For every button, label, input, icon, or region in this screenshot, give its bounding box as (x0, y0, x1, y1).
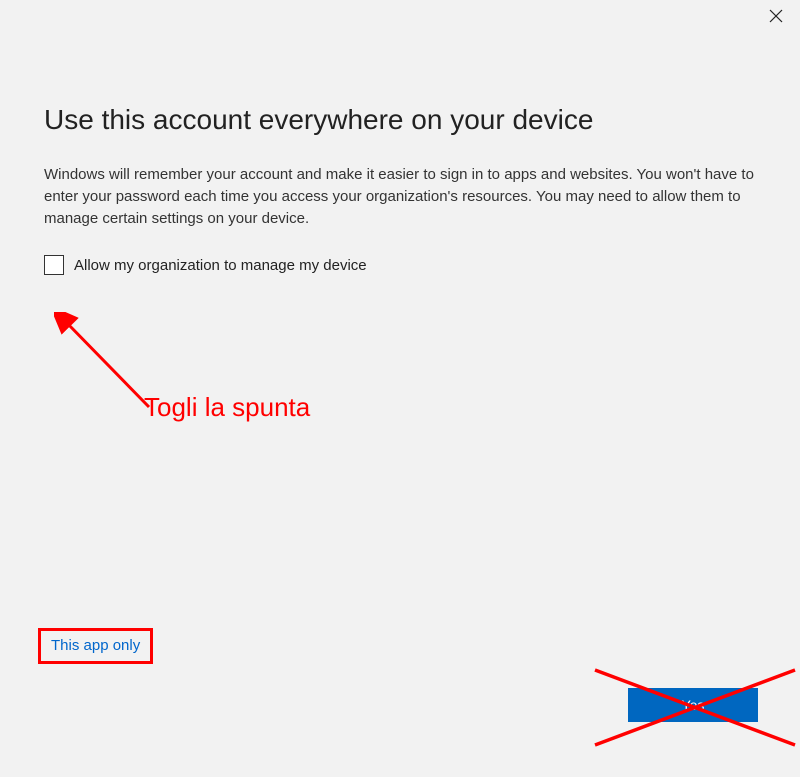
this-app-only-link[interactable]: This app only (51, 637, 140, 654)
allow-manage-checkbox[interactable] (44, 255, 64, 275)
checkbox-label: Allow my organization to manage my devic… (74, 257, 367, 274)
annotation-uncheck-note: Togli la spunta (144, 392, 310, 423)
dialog-content: Use this account everywhere on your devi… (44, 104, 756, 275)
close-icon (769, 9, 783, 28)
dialog-title: Use this account everywhere on your devi… (44, 104, 756, 136)
arrow-annotation-icon (54, 312, 164, 422)
yes-button-label: Yes (682, 697, 705, 713)
this-app-only-highlight: This app only (38, 628, 153, 664)
close-button[interactable] (766, 8, 786, 28)
dialog-description: Windows will remember your account and m… (44, 164, 756, 229)
checkbox-row: Allow my organization to manage my devic… (44, 255, 756, 275)
yes-button[interactable]: Yes (628, 688, 758, 722)
